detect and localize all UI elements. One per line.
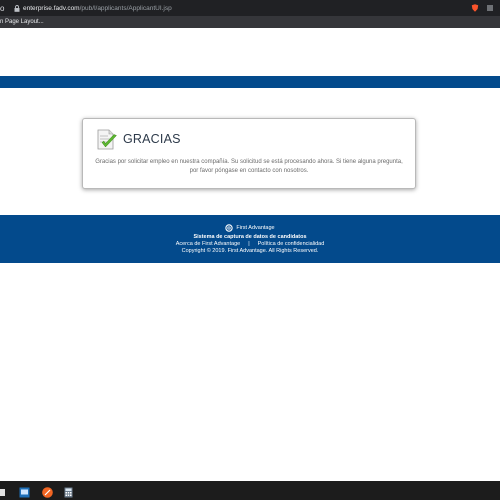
bookmarks-bar: n Page Layout... xyxy=(0,16,500,28)
check-document-icon xyxy=(96,129,118,151)
footer-system-name: Sistema de captura de datos de candidato… xyxy=(193,234,307,240)
first-advantage-logo-icon xyxy=(225,224,234,232)
header-band xyxy=(0,76,500,88)
taskbar xyxy=(0,481,500,500)
extensions-area xyxy=(471,0,500,16)
browser-nav-fragment[interactable]: o xyxy=(0,0,10,16)
footer-separator: | xyxy=(248,241,250,247)
page-title: GRACIAS xyxy=(123,132,181,146)
desktop-app-icon[interactable] xyxy=(19,485,30,498)
lock-icon[interactable] xyxy=(12,0,22,16)
privacy-link[interactable]: Política de confidencialidad xyxy=(258,241,325,247)
footer: First Advantage Sistema de captura de da… xyxy=(0,215,500,263)
confirmation-card: GRACIAS Gracias por solicitar empleo en … xyxy=(82,118,416,189)
orange-app-icon[interactable] xyxy=(42,485,53,498)
confirmation-message: Gracias por solicitar empleo en nuestra … xyxy=(95,159,403,174)
bookmark-page-layout[interactable]: n Page Layout... xyxy=(0,19,44,25)
calculator-icon[interactable] xyxy=(63,485,74,498)
url-field[interactable]: enterprise.fadv.com/pub/l/applicants/App… xyxy=(23,5,172,12)
footer-links: Acerca de First Advantage | Política de co… xyxy=(0,241,500,247)
footer-brand-name: First Advantage xyxy=(236,225,275,231)
brave-shield-icon[interactable] xyxy=(471,4,479,12)
footer-brand: First Advantage xyxy=(0,224,500,232)
browser-address-bar: o enterprise.fadv.com/pub/l/applicants/A… xyxy=(0,0,500,16)
url-domain: enterprise.fadv.com xyxy=(23,4,80,12)
about-link[interactable]: Acerca de First Advantage xyxy=(176,241,241,247)
taskbar-app-icon[interactable] xyxy=(0,485,11,496)
menu-icon[interactable] xyxy=(486,4,494,12)
url-path: /pub/l/applicants/ApplicantUI.jsp xyxy=(79,4,172,12)
copyright: Copyright © 2019. First Advantage. All R… xyxy=(181,248,319,254)
